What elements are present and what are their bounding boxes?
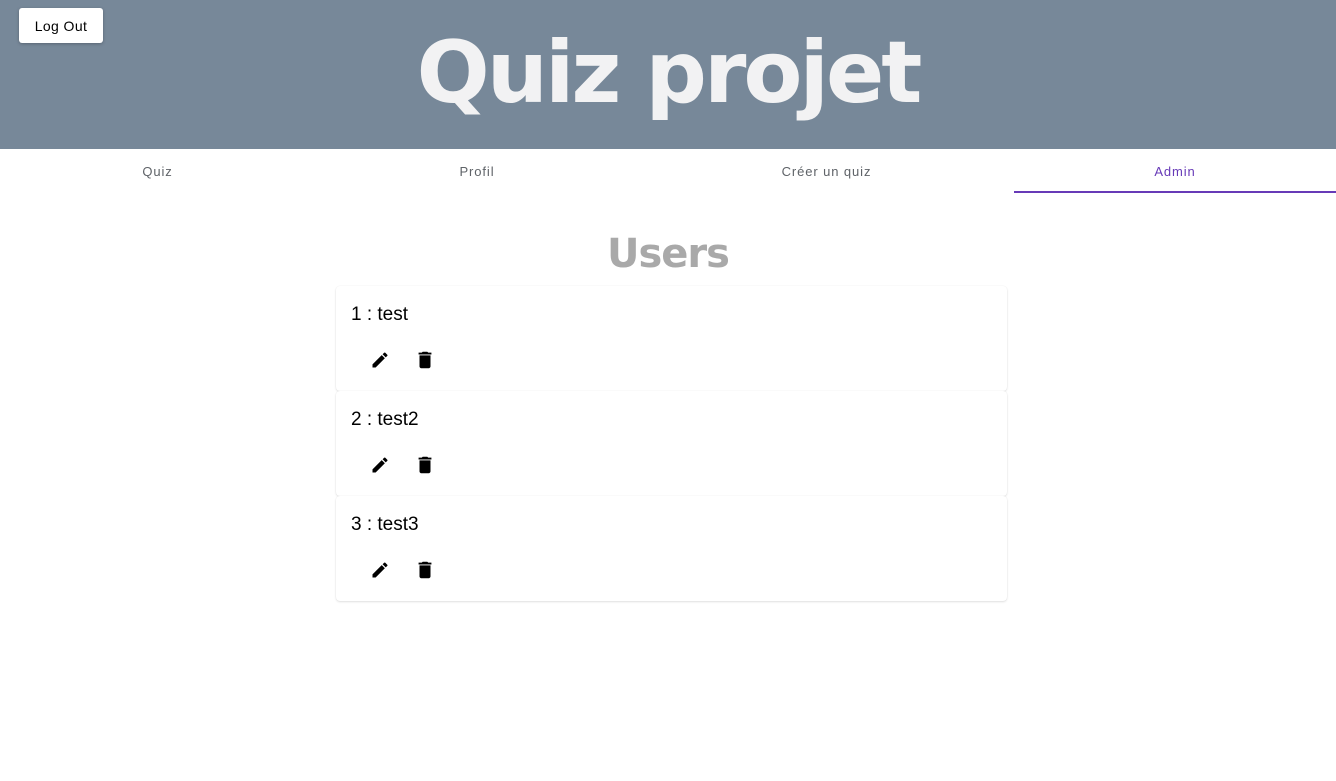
user-label: 3 : test3 — [351, 514, 419, 535]
tab-create-quiz[interactable]: Créer un quiz — [639, 149, 1014, 194]
user-card: 3 : test3 — [336, 496, 1007, 601]
app-header: Log Out Quiz projet — [0, 0, 1336, 149]
tab-profil[interactable]: Profil — [315, 149, 639, 194]
delete-user-button[interactable] — [412, 347, 438, 373]
tab-admin[interactable]: Admin — [1014, 149, 1336, 194]
delete-user-button[interactable] — [412, 452, 438, 478]
edit-icon — [372, 457, 388, 473]
user-list: 1 : test 2 : test2 3 : test3 — [336, 286, 1007, 601]
edit-user-button[interactable] — [367, 452, 393, 478]
delete-icon — [418, 561, 432, 579]
delete-icon — [418, 456, 432, 474]
user-card: 1 : test — [336, 286, 1007, 391]
page-title: Users — [607, 231, 730, 277]
delete-icon — [418, 351, 432, 369]
edit-user-button[interactable] — [367, 557, 393, 583]
app-title: Quiz projet — [416, 23, 923, 123]
user-label: 1 : test — [351, 304, 409, 325]
user-label: 2 : test2 — [351, 409, 419, 430]
user-card: 2 : test2 — [336, 391, 1007, 496]
edit-icon — [372, 352, 388, 368]
edit-icon — [372, 562, 388, 578]
tab-bar: Quiz Profil Créer un quiz Admin — [0, 149, 1336, 194]
edit-user-button[interactable] — [367, 347, 393, 373]
delete-user-button[interactable] — [412, 557, 438, 583]
tab-quiz[interactable]: Quiz — [0, 149, 315, 194]
